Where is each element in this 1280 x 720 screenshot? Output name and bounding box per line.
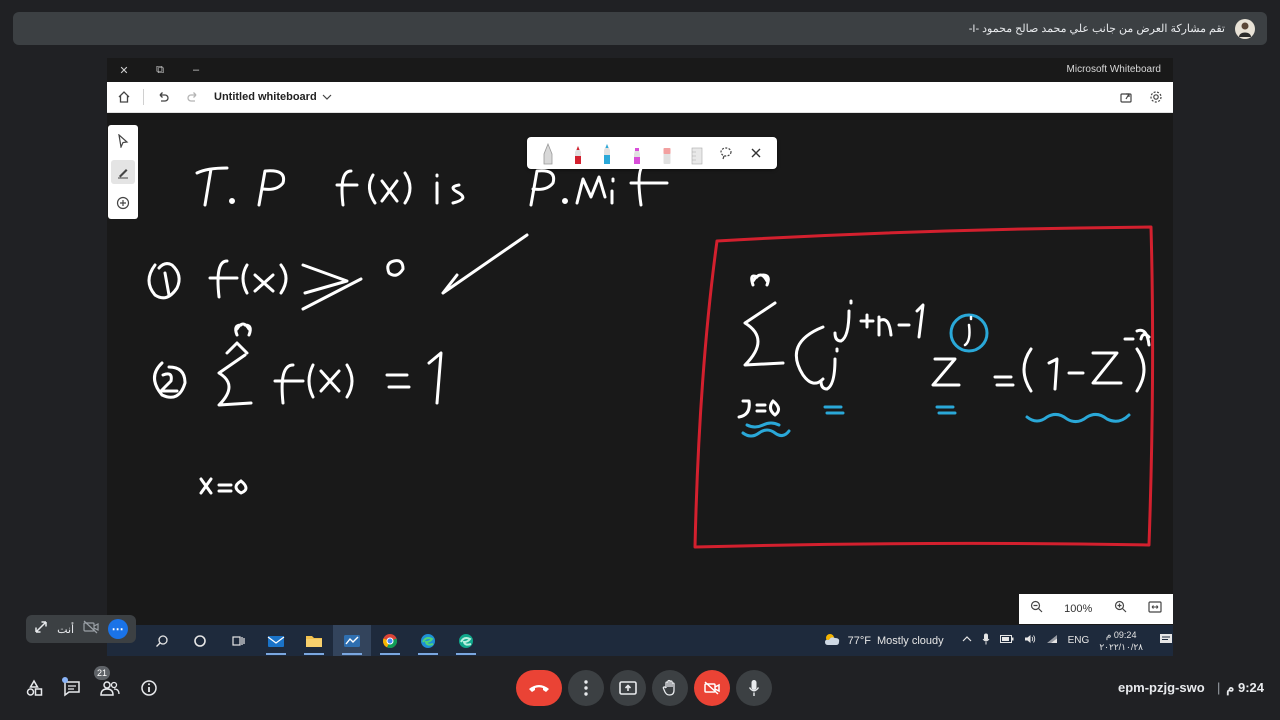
mail-app-icon[interactable]	[257, 625, 295, 656]
whiteboard-toolbar: Untitled whiteboard	[107, 82, 1173, 113]
zoom-level[interactable]: 100%	[1064, 603, 1092, 615]
chrome-icon[interactable]	[371, 625, 409, 656]
presenting-notice: تقم مشاركة العرض من جانب علي محمد صالح م…	[968, 23, 1225, 35]
chat-unread-dot	[62, 677, 68, 683]
microphone-icon[interactable]	[982, 633, 990, 648]
microphone-button[interactable]	[736, 670, 772, 706]
camera-off-icon	[83, 620, 99, 639]
zoom-controls: 100%	[1019, 594, 1173, 624]
presentation-banner: تقم مشاركة العرض من جانب علي محمد صالح م…	[13, 12, 1267, 45]
camera-toggle-button[interactable]	[694, 670, 730, 706]
input-language[interactable]: ENG	[1068, 635, 1090, 646]
share-icon[interactable]	[1111, 82, 1141, 112]
app-name: Microsoft Whiteboard	[1066, 64, 1161, 75]
redo-icon[interactable]	[178, 82, 208, 112]
search-icon[interactable]	[143, 625, 181, 656]
partly-cloudy-icon	[822, 632, 842, 649]
shared-screen: ✕ ⧉ – Microsoft Whiteboard Untitled whit…	[107, 58, 1173, 656]
whiteboard-app-icon[interactable]	[333, 625, 371, 656]
raise-hand-button[interactable]	[652, 670, 688, 706]
weather-widget[interactable]: 77°F Mostly cloudy	[822, 632, 944, 649]
system-tray: ENG 09:24 م ٢٠٢٢/١٠/٢٨	[962, 629, 1173, 653]
taskbar-clock[interactable]: 09:24 م ٢٠٢٢/١٠/٢٨	[1099, 629, 1143, 653]
weather-desc: Mostly cloudy	[877, 634, 944, 647]
clock-date: ٢٠٢٢/١٠/٢٨	[1099, 641, 1143, 652]
fit-screen-icon[interactable]	[1148, 600, 1162, 618]
edge-dev-icon[interactable]	[447, 625, 485, 656]
zoom-in-icon[interactable]	[1114, 600, 1127, 618]
weather-temp: 77°F	[847, 634, 871, 647]
ink-condition-2	[153, 322, 443, 495]
toolbar-divider	[143, 89, 144, 105]
close-window-icon[interactable]: ✕	[113, 59, 135, 81]
file-explorer-icon[interactable]	[295, 625, 333, 656]
self-name: أنت	[57, 623, 75, 636]
meeting-separator: |	[1217, 680, 1221, 695]
ink-line-tp-pmf	[195, 161, 669, 207]
window-titlebar: ✕ ⧉ – Microsoft Whiteboard	[107, 58, 1173, 82]
chevron-down-icon[interactable]	[322, 88, 332, 106]
expand-icon[interactable]	[34, 620, 48, 639]
present-screen-button[interactable]	[610, 670, 646, 706]
undo-icon[interactable]	[148, 82, 178, 112]
settings-gear-icon[interactable]	[1141, 82, 1171, 112]
activities-icon[interactable]	[22, 676, 46, 700]
meet-bottom-bar: 21 epm-pzjg-swo | 9:24 م	[0, 660, 1280, 720]
edge-icon[interactable]	[409, 625, 447, 656]
self-view-tile: أنت ⋯	[26, 615, 136, 643]
whiteboard-canvas[interactable]: 100%	[107, 113, 1173, 656]
meeting-code: epm-pzjg-swo	[1118, 680, 1205, 695]
battery-icon[interactable]	[999, 635, 1014, 646]
minimize-window-icon[interactable]: –	[185, 59, 207, 81]
task-view-icon[interactable]	[219, 625, 257, 656]
more-options-button[interactable]	[568, 670, 604, 706]
ink-boxed-formula	[693, 225, 1155, 549]
participant-count-badge: 21	[94, 666, 111, 680]
meeting-info-icon[interactable]	[137, 676, 161, 700]
ink-condition-1	[147, 233, 529, 311]
more-options-icon[interactable]: ⋯	[107, 619, 128, 639]
end-call-button[interactable]	[516, 670, 562, 706]
cortana-icon[interactable]	[181, 625, 219, 656]
meeting-time: 9:24 م	[1226, 680, 1264, 695]
volume-icon[interactable]	[1024, 634, 1036, 647]
notifications-icon[interactable]	[1159, 633, 1173, 648]
windows-taskbar: 77°F Mostly cloudy ENG 09:24 م ٢٠٢٢/١٠/٢…	[107, 625, 1173, 656]
whiteboard-ink	[147, 161, 1155, 549]
presenter-avatar	[1235, 18, 1255, 39]
zoom-out-icon[interactable]	[1030, 600, 1043, 618]
wifi-icon[interactable]	[1046, 634, 1058, 647]
clock-time: 09:24 م	[1105, 629, 1137, 640]
home-icon[interactable]	[109, 82, 139, 112]
restore-window-icon[interactable]: ⧉	[149, 59, 171, 81]
board-title[interactable]: Untitled whiteboard	[214, 91, 317, 103]
chevron-up-icon[interactable]	[962, 635, 972, 646]
